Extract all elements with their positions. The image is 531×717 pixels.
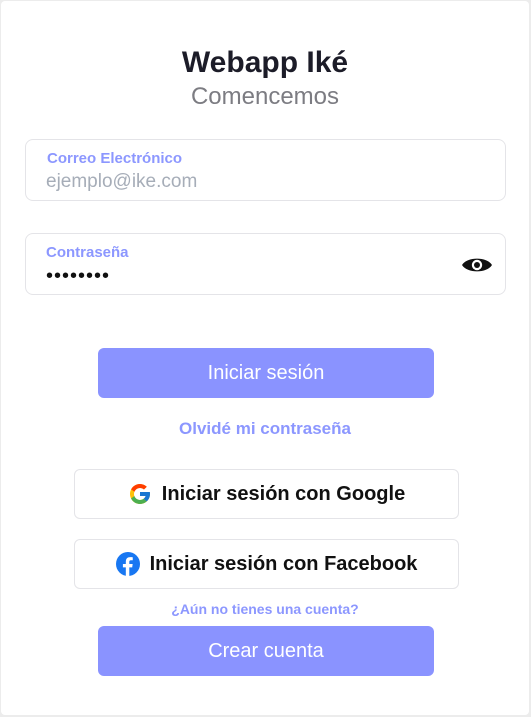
create-account-button[interactable]: Crear cuenta [98, 626, 434, 676]
password-field-label: Contraseña [46, 244, 129, 261]
password-field-container[interactable]: Contraseña [25, 233, 506, 295]
app-subtitle: Comencemos [190, 83, 340, 110]
facebook-login-label: Iniciar sesión con Facebook [149, 552, 418, 575]
email-field-container[interactable]: Correo Electrónico [25, 139, 506, 201]
eye-icon[interactable] [461, 254, 493, 276]
facebook-icon [115, 552, 140, 576]
google-icon [128, 482, 152, 506]
facebook-login-button[interactable]: Iniciar sesión con Facebook [74, 539, 459, 589]
password-input[interactable] [46, 264, 466, 288]
no-account-link[interactable]: ¿Aún no tienes una cuenta? [1, 601, 529, 617]
email-input[interactable] [46, 170, 466, 194]
app-title: Webapp Iké [181, 46, 349, 79]
login-button[interactable]: Iniciar sesión [98, 348, 434, 398]
forgot-password-link[interactable]: Olvidé mi contraseña [1, 419, 529, 439]
google-login-button[interactable]: Iniciar sesión con Google [74, 469, 459, 519]
login-card: Webapp Iké Comencemos Correo Electrónico… [1, 1, 529, 715]
email-field-label: Correo Electrónico [47, 150, 183, 167]
google-login-label: Iniciar sesión con Google [161, 482, 406, 505]
